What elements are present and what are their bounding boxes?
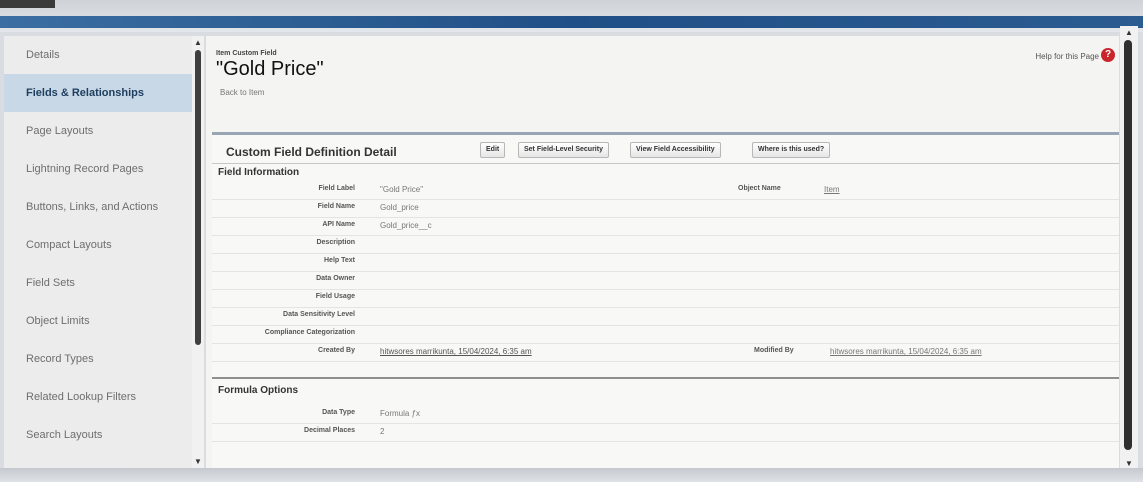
table-row: Compliance Categorization xyxy=(212,325,1119,344)
page-scroll-thumb[interactable] xyxy=(1124,40,1132,450)
object-name-label: Object Name xyxy=(738,185,781,192)
sidebar-item-record-types[interactable]: Record Types xyxy=(4,340,192,378)
table-row: Field Name Gold_price xyxy=(212,199,1119,218)
help-text-label: Help Text xyxy=(324,257,355,264)
table-row: Help Text xyxy=(212,253,1119,272)
data-owner-label: Data Owner xyxy=(316,275,355,282)
table-row: Decimal Places 2 xyxy=(212,423,1119,442)
help-icon[interactable]: ? xyxy=(1101,48,1115,62)
table-row: Field Usage xyxy=(212,289,1119,308)
scroll-down-icon[interactable]: ▼ xyxy=(1125,459,1133,468)
window-tab xyxy=(0,0,55,8)
scroll-up-icon[interactable]: ▲ xyxy=(1125,28,1133,37)
divider xyxy=(212,377,1119,379)
decimal-places-value: 2 xyxy=(380,427,385,436)
browser-topbar xyxy=(0,0,1143,32)
sidebar-item-object-limits[interactable]: Object Limits xyxy=(4,302,192,340)
object-name-link[interactable]: Item xyxy=(824,185,840,194)
object-manager-sidebar: Details Fields & Relationships Page Layo… xyxy=(4,36,193,468)
decimal-places-label: Decimal Places xyxy=(304,427,355,434)
compliance-categorization-label: Compliance Categorization xyxy=(264,329,355,336)
created-by-label: Created By xyxy=(318,347,355,354)
sidebar-item-fields-relationships[interactable]: Fields & Relationships xyxy=(4,74,192,112)
table-row: Field Label "Gold Price" Object Name Ite… xyxy=(212,181,1119,200)
data-sensitivity-label: Data Sensitivity Level xyxy=(283,311,355,318)
field-label-label: Field Label xyxy=(318,185,355,192)
custom-field-detail-panel: Custom Field Definition Detail Edit Set … xyxy=(212,132,1119,468)
sidebar-item-lightning-record-pages[interactable]: Lightning Record Pages xyxy=(4,150,192,188)
field-name-label: Field Name xyxy=(317,203,355,210)
field-usage-label: Field Usage xyxy=(315,293,355,300)
data-type-label: Data Type xyxy=(322,409,355,416)
where-is-this-used-button[interactable]: Where is this used? xyxy=(752,142,831,158)
main-content: Item Custom Field "Gold Price" Back to I… xyxy=(206,36,1119,468)
page-title: "Gold Price" xyxy=(216,58,324,80)
sidebar-scrollbar[interactable]: ▲ ▼ xyxy=(192,36,204,468)
scroll-down-icon[interactable]: ▼ xyxy=(194,457,202,466)
table-row: Data Owner xyxy=(212,271,1119,290)
view-field-accessibility-button[interactable]: View Field Accessibility xyxy=(630,142,721,158)
sidebar-item-page-layouts[interactable]: Page Layouts xyxy=(4,112,192,150)
table-row: Description xyxy=(212,235,1119,254)
field-label-value: "Gold Price" xyxy=(380,185,424,194)
table-row: Data Sensitivity Level xyxy=(212,307,1119,326)
bottom-frame xyxy=(0,468,1143,482)
description-label: Description xyxy=(316,239,355,246)
help-link[interactable]: Help for this Page xyxy=(1035,52,1099,61)
sidebar-item-compact-layouts[interactable]: Compact Layouts xyxy=(4,226,192,264)
table-row: Data Type Formula ƒx xyxy=(212,405,1119,424)
data-type-value: Formula ƒx xyxy=(380,409,421,418)
created-by-link[interactable]: hitwsores marrikunta, 15/04/2024, 6:35 a… xyxy=(380,347,532,356)
modified-by-link[interactable]: hitwsores marrikunta, 15/04/2024, 6:35 a… xyxy=(830,347,982,356)
section-title: Custom Field Definition Detail xyxy=(226,145,397,159)
page-scrollbar[interactable]: ▲ ▼ xyxy=(1120,26,1138,470)
table-row: API Name Gold_price__c xyxy=(212,217,1119,236)
back-link[interactable]: Back to Item xyxy=(220,88,264,97)
field-information-heading: Field Information xyxy=(218,167,300,178)
divider xyxy=(212,163,1119,164)
scroll-up-icon[interactable]: ▲ xyxy=(194,38,202,47)
api-name-value: Gold_price__c xyxy=(380,221,432,230)
modified-by-label: Modified By xyxy=(754,347,794,354)
formula-options-heading: Formula Options xyxy=(218,385,298,396)
sidebar-scroll-thumb[interactable] xyxy=(195,50,201,345)
api-name-label: API Name xyxy=(322,221,355,228)
sidebar-item-related-lookup-filters[interactable]: Related Lookup Filters xyxy=(4,378,192,416)
sidebar-item-buttons-links-actions[interactable]: Buttons, Links, and Actions xyxy=(4,188,192,226)
sidebar-item-details[interactable]: Details xyxy=(4,36,192,74)
table-row: Created By hitwsores marrikunta, 15/04/2… xyxy=(212,343,1119,362)
set-field-level-security-button[interactable]: Set Field-Level Security xyxy=(518,142,609,158)
field-name-value: Gold_price xyxy=(380,203,419,212)
setup-header-bar xyxy=(0,16,1143,28)
sidebar-item-search-layouts[interactable]: Search Layouts xyxy=(4,416,192,454)
sidebar-item-field-sets[interactable]: Field Sets xyxy=(4,264,192,302)
edit-button[interactable]: Edit xyxy=(480,142,506,158)
breadcrumb: Item Custom Field xyxy=(216,50,277,57)
